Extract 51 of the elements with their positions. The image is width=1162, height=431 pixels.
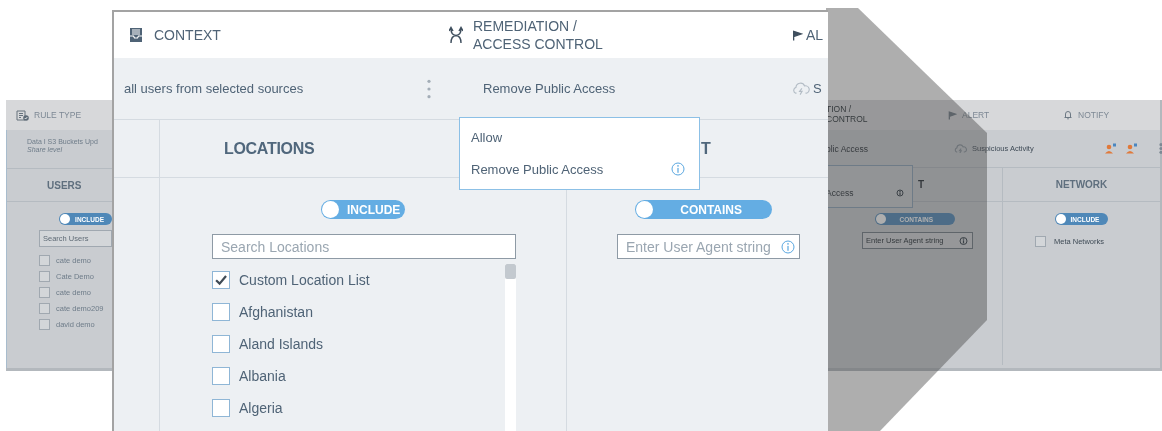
checkbox[interactable] xyxy=(212,367,230,385)
more-options-icon[interactable] xyxy=(427,77,431,100)
action-value: Remove Public Access xyxy=(483,81,616,96)
checkbox[interactable] xyxy=(39,319,50,330)
bell-icon xyxy=(1063,110,1073,120)
toggle-switch[interactable]: INCLUDE xyxy=(321,200,405,219)
checkbox[interactable] xyxy=(212,399,230,417)
column-heading: USERS xyxy=(47,179,82,191)
checkbox-label: Albania xyxy=(239,368,286,384)
alert-value: S xyxy=(813,81,822,96)
flag-icon xyxy=(948,110,957,120)
checkbox[interactable] xyxy=(212,271,230,289)
column-heading: T xyxy=(701,139,711,158)
checkbox-label: Afghanistan xyxy=(239,304,313,320)
context-value: all users from selected sources xyxy=(124,81,304,96)
checkbox-label: Custom Location List xyxy=(239,272,370,288)
checkbox-label: Aland Islands xyxy=(239,336,324,352)
scrollbar[interactable] xyxy=(505,264,516,431)
info-icon xyxy=(959,236,968,245)
checkbox[interactable] xyxy=(1035,236,1046,247)
section-label: CONTEXT xyxy=(154,27,221,43)
inbox-tray-icon xyxy=(128,27,144,43)
text-field[interactable]: Enter User Agent string xyxy=(617,234,800,259)
checkbox[interactable] xyxy=(39,255,50,266)
document-check-icon xyxy=(16,109,29,121)
checkbox[interactable] xyxy=(39,303,50,314)
section-label: TION / CONTROL xyxy=(826,105,869,125)
more-options-icon[interactable] xyxy=(1159,143,1162,154)
column-heading: T xyxy=(918,179,925,190)
person-badge-icon xyxy=(1103,143,1117,154)
search-field[interactable]: Search Locations xyxy=(212,234,516,259)
column-heading: LOCATIONS xyxy=(224,139,315,158)
toggle-switch[interactable]: CONTAINS xyxy=(635,200,772,219)
section-label: AL xyxy=(806,27,824,43)
info-icon xyxy=(781,239,795,254)
section-label: NOTIFY xyxy=(1078,110,1110,120)
column-heading: NETWORK xyxy=(1055,179,1108,190)
crossing-arrows-icon xyxy=(449,26,463,44)
cloud-icon xyxy=(954,143,967,154)
person-badge-icon xyxy=(1124,143,1138,154)
menu-item[interactable]: Allow xyxy=(471,130,503,146)
checkbox-label: Algeria xyxy=(239,400,283,416)
checkbox[interactable] xyxy=(212,303,230,321)
checkbox[interactable] xyxy=(212,335,230,353)
cloud-icon xyxy=(792,81,810,96)
menu-item[interactable]: Remove Public Access xyxy=(471,161,604,177)
checkbox[interactable] xyxy=(39,287,50,298)
section-label: REMEDIATION / ACCESS CONTROL xyxy=(473,16,604,54)
section-label: RULE TYPE xyxy=(34,110,82,120)
flag-icon xyxy=(792,29,803,41)
checkbox[interactable] xyxy=(39,271,50,282)
